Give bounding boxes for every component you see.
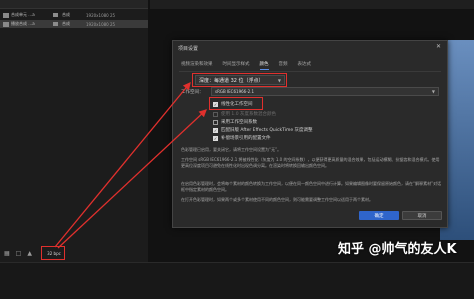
project-item[interactable]: 播放合成 …aex 合成 1920x1080 25: [0, 20, 148, 28]
legacy-quicktime-checkbox[interactable]: ✓ 匹配旧版 After Effects QuickTime 灰度调整: [213, 127, 313, 133]
working-space-label: 工作空间：: [181, 90, 204, 95]
project-footer: ▦ □ ▲ 32 bpc: [0, 248, 148, 258]
new-composition-icon[interactable]: ▲: [27, 250, 32, 257]
scene-profile-checkbox[interactable]: ✓ 补偿场景引用的配置文件: [213, 135, 271, 141]
bit-depth-highlight: [192, 73, 287, 87]
blend-gamma-checkbox[interactable]: 使用 1.0 灰度系数混合颜色: [213, 111, 276, 117]
item-fps: 25: [110, 12, 116, 18]
checkbox-label: 使用 1.0 灰度系数混合颜色: [221, 112, 277, 117]
working-space-factor-checkbox[interactable]: 采用工作空间系数: [213, 119, 257, 125]
checkbox-icon: [213, 119, 218, 125]
linearize-highlight: [209, 97, 263, 110]
item-type: 合成: [62, 12, 70, 17]
project-panel: 合成单元 …aex 合成 1920x1080 25 播放合成 …aex 合成 1…: [0, 0, 148, 299]
tab-expressions[interactable]: 表达式: [298, 61, 312, 70]
tab-color[interactable]: 颜色: [259, 61, 269, 70]
checkbox-label: 匹配旧版 After Effects QuickTime 灰度调整: [221, 128, 313, 133]
working-space-value: sRGB IEC61966-2.1: [215, 89, 255, 94]
project-settings-dialog: 项目设置 ✕ 视频渲染和效果 时间显示样式 颜色 音频 表达式 深度：每通道 3…: [172, 40, 448, 228]
close-icon[interactable]: ✕: [436, 43, 441, 50]
tab-divider: [179, 71, 441, 72]
ok-button[interactable]: 确定: [359, 211, 399, 220]
project-item[interactable]: 合成单元 …aex 合成 1920x1080 25: [0, 11, 148, 19]
info-text: 在打开色彩管理时，如果两个或多个素材使用不同的颜色空间，则可能需要调整工作空间以…: [181, 197, 373, 202]
cancel-button[interactable]: 取消: [402, 211, 442, 220]
label-color-icon: [53, 13, 58, 17]
item-name: 播放合成 …aex: [11, 21, 35, 26]
bpc-highlight: [41, 246, 65, 260]
checkbox-label: 补偿场景引用的配置文件: [221, 136, 271, 141]
working-space-select[interactable]: sRGB IEC61966-2.1 ▼: [211, 87, 439, 96]
label-color-icon: [53, 22, 58, 26]
interpret-footage-icon[interactable]: ▦: [4, 250, 10, 257]
chevron-down-icon: ▼: [431, 89, 435, 94]
settings-tabs: 视频渲染和效果 时间显示样式 颜色 音频 表达式: [181, 61, 311, 70]
checkbox-checked-icon: ✓: [213, 127, 218, 133]
item-fps: 25: [110, 21, 116, 27]
project-header: [0, 0, 148, 9]
info-text: 在启用色彩管理时，会将每个素材的颜色转换为工作空间，以便在同一颜色空间中进行计算…: [181, 181, 442, 192]
info-text: 色彩管理已启用，要关闭它，请将工作空间设置为“无”。: [181, 147, 282, 152]
item-size: 1920x1080: [86, 21, 109, 27]
item-size: 1920x1080: [86, 12, 109, 18]
tab-time-display[interactable]: 时间显示样式: [223, 61, 250, 70]
checkbox-icon: [213, 111, 218, 117]
info-text: 工作空间 sRGB IEC61966-2.1 将被线性化（灰度为 1.0 的空间…: [181, 157, 440, 168]
item-name: 合成单元 …aex: [11, 12, 35, 17]
item-type: 合成: [62, 21, 70, 26]
viewer-tabs: [150, 0, 474, 9]
tab-video-rendering[interactable]: 视频渲染和效果: [181, 61, 213, 70]
watermark: 知乎 @帅气的友人K: [338, 242, 457, 257]
tab-audio[interactable]: 音频: [279, 61, 288, 70]
timeline-panel: [0, 262, 474, 299]
new-folder-icon[interactable]: □: [16, 250, 22, 257]
checkbox-label: 采用工作空间系数: [221, 120, 257, 125]
composition-icon: [3, 12, 9, 18]
dialog-title: 项目设置: [178, 46, 199, 52]
checkbox-checked-icon: ✓: [213, 135, 218, 141]
composition-icon: [3, 21, 9, 27]
